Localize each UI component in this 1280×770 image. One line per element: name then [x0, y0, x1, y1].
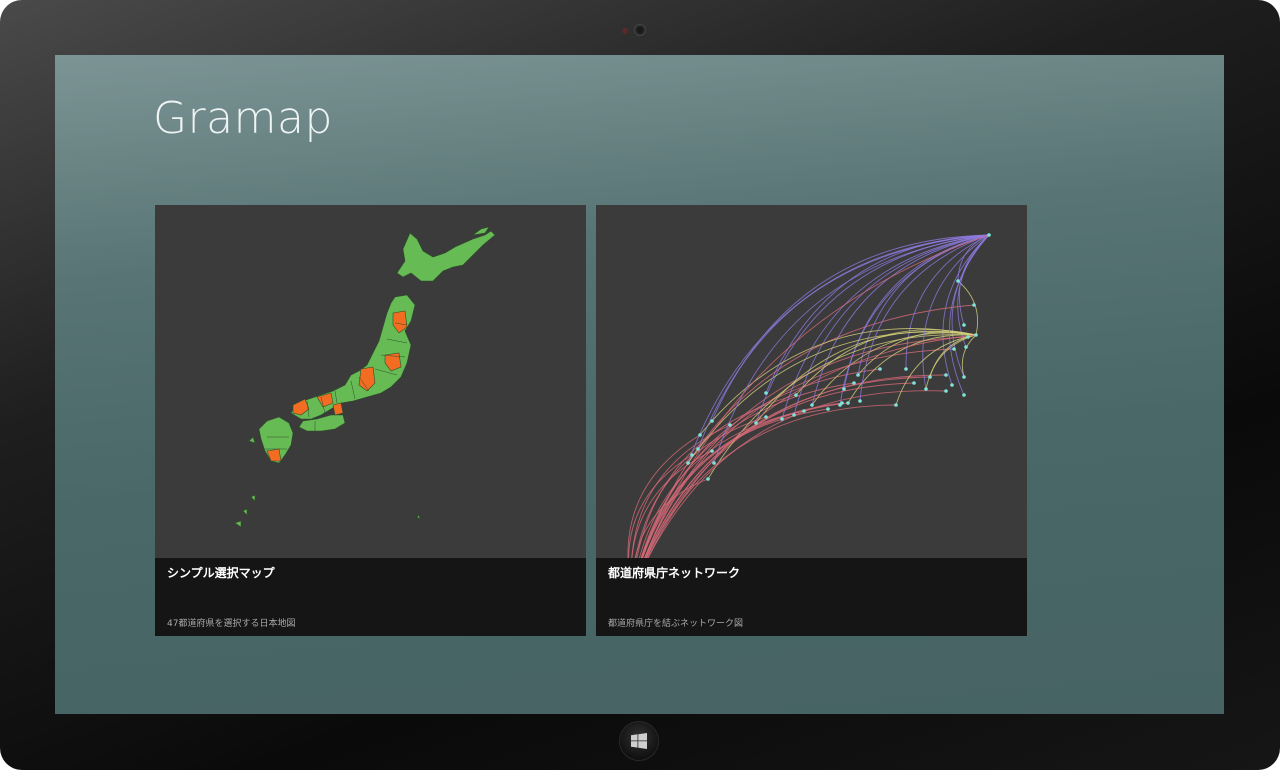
- network-node: [728, 423, 732, 427]
- network-arc: [645, 376, 931, 558]
- network-node: [894, 403, 898, 407]
- network-arc: [942, 234, 990, 386]
- network-node: [972, 303, 976, 307]
- network-node: [780, 417, 784, 421]
- tile-caption: シンプル選択マップ 47都道府県を選択する日本地図: [155, 558, 586, 636]
- tile-simple-select-map[interactable]: シンプル選択マップ 47都道府県を選択する日本地図: [155, 205, 586, 636]
- network-arc: [645, 404, 897, 558]
- network-node: [802, 409, 806, 413]
- network-node: [840, 401, 844, 405]
- network-arc: [644, 348, 955, 558]
- tablet-device: Gramap シンプル選択マップ 47都道府県を選択する日本地図 都道府県庁ネッ…: [0, 0, 1280, 770]
- network-node: [706, 477, 710, 481]
- network-node: [878, 367, 882, 371]
- network-node: [810, 403, 814, 407]
- front-camera: [620, 24, 650, 38]
- network-arc: [958, 234, 990, 326]
- network-arc: [635, 416, 767, 558]
- network-node: [856, 373, 860, 377]
- camera-led-icon: [622, 28, 628, 34]
- app-screen: Gramap シンプル選択マップ 47都道府県を選択する日本地図 都道府県庁ネッ…: [55, 55, 1224, 714]
- network-node: [858, 399, 862, 403]
- network-arc: [644, 234, 990, 558]
- network-arc: [627, 434, 701, 558]
- network-node: [764, 415, 768, 419]
- tile-subtitle: 47都道府県を選択する日本地図: [167, 619, 296, 629]
- network-node: [710, 449, 714, 453]
- network-node: [712, 461, 716, 465]
- network-node: [962, 375, 966, 379]
- network-node: [950, 383, 954, 387]
- network-node: [962, 393, 966, 397]
- tile-subtitle: 都道府県庁を結ぶネットワーク図: [608, 619, 744, 629]
- network-arc: [847, 334, 977, 404]
- windows-logo-icon: [631, 733, 647, 749]
- network-node: [962, 323, 966, 327]
- network-arcs: [627, 234, 990, 558]
- network-arc: [957, 280, 979, 336]
- network-node: [826, 407, 830, 411]
- network-node: [974, 333, 978, 337]
- network-node: [944, 389, 948, 393]
- network-node: [928, 375, 932, 379]
- network-node: [924, 387, 928, 391]
- selected-prefecture: [332, 402, 344, 416]
- tile-title: シンプル選択マップ: [167, 566, 275, 580]
- network-arc: [641, 368, 881, 558]
- network-node: [686, 461, 690, 465]
- network-node: [792, 413, 796, 417]
- network-node: [964, 345, 968, 349]
- network-node: [710, 419, 714, 423]
- network-node: [794, 393, 798, 397]
- network-node: [842, 387, 846, 391]
- network-arc: [641, 402, 843, 558]
- windows-hardware-button[interactable]: [620, 722, 658, 760]
- network-node: [852, 381, 856, 385]
- network-node: [764, 391, 768, 395]
- network-node: [987, 233, 991, 237]
- network-node: [912, 381, 916, 385]
- network-node: [952, 347, 956, 351]
- network-preview: [627, 233, 991, 558]
- app-title: Gramap: [153, 93, 333, 144]
- tile-prefecture-network[interactable]: 都道府県庁ネットワーク 都道府県庁を結ぶネットワーク図: [596, 205, 1027, 636]
- network-node: [944, 373, 948, 377]
- network-arc: [646, 374, 947, 558]
- network-node: [904, 367, 908, 371]
- network-node: [698, 433, 702, 437]
- network-node: [846, 401, 850, 405]
- camera-lens-icon: [634, 24, 646, 36]
- network-node: [754, 421, 758, 425]
- network-arc: [640, 382, 855, 558]
- tile-title: 都道府県庁ネットワーク: [608, 566, 741, 580]
- network-node: [696, 447, 700, 451]
- network-node: [966, 335, 970, 339]
- network-arc: [647, 390, 947, 558]
- network-arc: [699, 328, 977, 436]
- tile-caption: 都道府県庁ネットワーク 都道府県庁を結ぶネットワーク図: [596, 558, 1027, 636]
- network-arc: [644, 382, 915, 558]
- network-node: [690, 453, 694, 457]
- japan-map-preview: [234, 226, 496, 528]
- selected-prefecture: [266, 448, 282, 462]
- network-arc: [795, 329, 977, 396]
- network-arc: [642, 402, 849, 558]
- network-node: [956, 279, 960, 283]
